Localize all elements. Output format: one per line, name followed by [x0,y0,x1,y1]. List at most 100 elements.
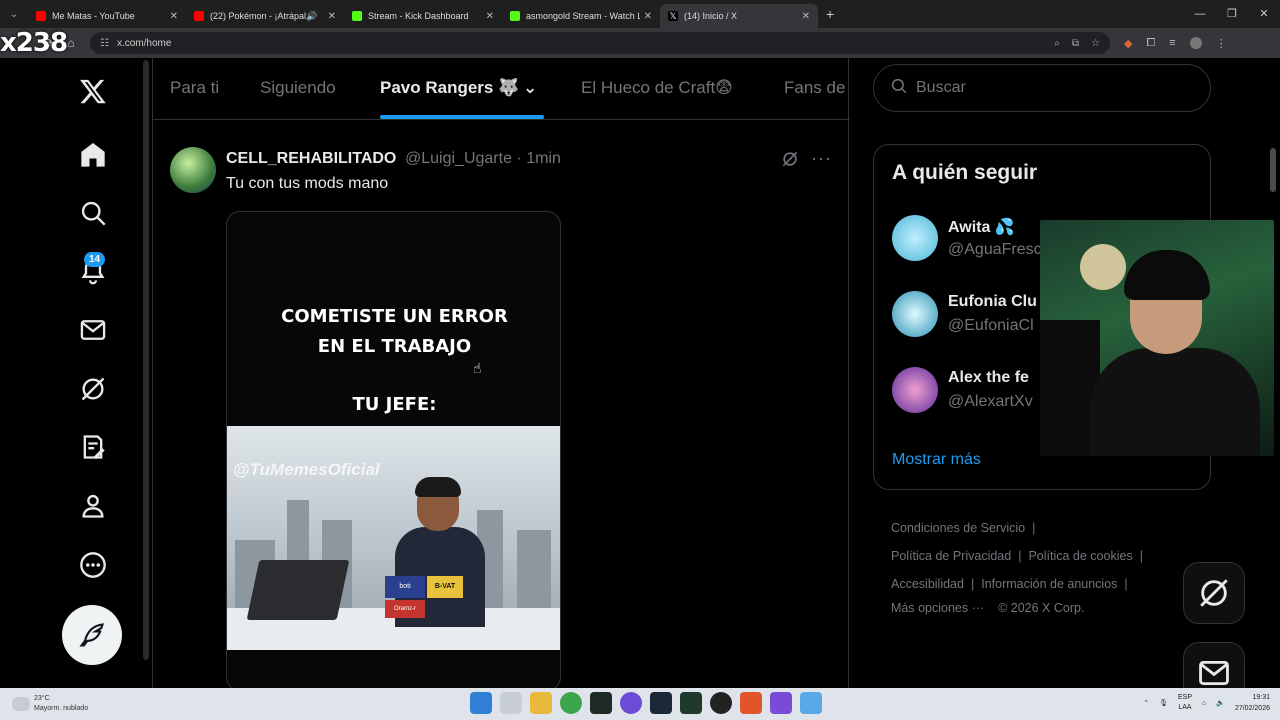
tab-siguiendo[interactable]: Siguiendo [260,78,336,98]
chevron-up-icon[interactable]: ⌃ [1143,699,1149,707]
address-bar[interactable]: ☷ x.com/home ⌕ ⧉ ☆ [90,32,1110,54]
site-info-icon[interactable]: ☷ [100,38,109,49]
zoom-icon[interactable]: ⌕ [1054,38,1060,49]
obs-icon[interactable] [710,692,732,714]
window-controls: — ❐ ✕ [1184,0,1280,28]
avatar[interactable] [892,367,938,413]
tab-fans-de[interactable]: Fans de [784,78,845,98]
brave-icon[interactable] [740,692,762,714]
search-icon[interactable] [500,692,522,714]
tab-el-hueco-de-craft[interactable]: El Hueco de Craft😨 [581,78,733,98]
extensions-puzzle-icon[interactable]: ⧠ [1146,37,1155,50]
tweet-media-video[interactable]: COMETISTE UN ERROR EN EL TRABAJO TU JEFE… [226,211,561,691]
extension-icon[interactable]: ◆ [1124,37,1132,50]
browser-tab-1[interactable]: Me Matas - YouTube ✕ [28,4,186,28]
close-tab-icon[interactable]: ✕ [170,11,178,22]
page-scrollbar[interactable] [1270,148,1276,192]
new-tab-button[interactable]: + [826,6,834,22]
language-indicator[interactable]: ESP LAA [1178,693,1192,713]
terms-link[interactable]: Condiciones de Servicio [891,521,1025,535]
tab-para-ti[interactable]: Para ti [170,78,219,98]
language-code: ESP [1177,694,1192,701]
steam-icon[interactable] [650,692,672,714]
media-caption-boss: TU JEFE: [352,394,437,415]
more-options-link[interactable]: Más opciones ··· [891,601,984,615]
file-explorer-icon[interactable] [530,692,552,714]
grok-floating-button[interactable] [1183,562,1245,624]
speaker-icon[interactable]: 🔊 [306,11,317,22]
desk-sign: boti [385,576,425,598]
clock[interactable]: 19:31 27/02/2026 [1235,692,1270,714]
bookmark-star-icon[interactable]: ☆ [1091,38,1100,49]
cookies-link[interactable]: Política de cookies [1028,549,1132,563]
maximize-button[interactable]: ❐ [1216,0,1248,28]
home-icon[interactable] [76,138,110,172]
grok-icon[interactable] [780,149,800,174]
app-icon[interactable] [680,692,702,714]
minimize-button[interactable]: — [1184,0,1216,28]
volume-icon[interactable]: 🔈 [1216,699,1225,707]
chrome-icon[interactable] [560,692,582,714]
tab-pavo-rangers[interactable]: Pavo Rangers 🐺 [380,78,519,98]
browser-tab-bar: ⌄ Me Matas - YouTube ✕ (22) Pokémon - ¡A… [0,0,1280,28]
install-app-icon[interactable]: ⧉ [1072,38,1079,49]
close-tab-icon[interactable]: ✕ [328,11,336,22]
tab-title: (22) Pokémon - ¡Atrápalos [210,11,307,21]
media-caption-line: COMETISTE UN ERROR [281,306,508,327]
keyboard-layout: LAA [1178,704,1192,711]
network-icon[interactable]: ⌂ [1202,700,1206,707]
search-input[interactable]: Buscar [873,64,1211,112]
taskbar-apps [470,692,822,714]
paint-icon[interactable] [800,692,822,714]
microphone-icon[interactable]: 🎙 [1159,699,1168,707]
explore-search-icon[interactable] [76,196,110,230]
app-grid-icon[interactable] [770,692,792,714]
avatar[interactable] [892,291,938,337]
media-control-icon[interactable]: ≡ [1169,37,1175,49]
close-tab-icon[interactable]: ✕ [486,11,494,22]
close-tab-icon[interactable]: ✕ [644,11,652,22]
close-window-button[interactable]: ✕ [1248,0,1280,28]
more-options-icon[interactable] [76,548,110,582]
chevron-down-icon[interactable]: ⌄ [523,78,537,98]
profile-avatar[interactable] [1189,37,1202,49]
account-name[interactable]: Awita 💦 [948,217,1015,237]
privacy-link[interactable]: Política de Privacidad [891,549,1011,563]
tweet-author-name[interactable]: CELL_REHABILITADO [226,150,396,168]
x-page: 14 Para ti Siguiendo Pavo Rangers 🐺 ⌄ El… [0,58,1280,704]
browser-tab-2[interactable]: (22) Pokémon - ¡Atrápalos 🔊 ✕ [186,4,344,28]
profile-icon[interactable] [76,489,110,523]
compose-post-button[interactable] [62,605,122,665]
browser-tab-3[interactable]: Stream - Kick Dashboard ✕ [344,4,502,28]
kick-icon [510,11,520,21]
account-name[interactable]: Eufonia Clu [948,293,1037,311]
close-tab-icon[interactable]: ✕ [802,11,810,22]
terminal-icon[interactable] [590,692,612,714]
weather-widget[interactable]: 23°C Mayorm. nublado [12,694,88,714]
account-name[interactable]: Alex the fe [948,369,1029,387]
lists-icon[interactable] [76,430,110,464]
avatar[interactable] [892,215,938,261]
ads-info-link[interactable]: Información de anuncios [981,577,1117,591]
media-caption: COMETISTE UN ERROR EN EL TRABAJO [227,302,560,362]
date: 27/02/2026 [1234,705,1270,712]
left-scrollbar[interactable] [143,60,149,660]
mouse-cursor-icon: ☝ [473,360,482,376]
avatar[interactable] [170,147,216,193]
webcam-overlay [1040,220,1274,456]
accessibility-link[interactable]: Accesibilidad [891,577,964,591]
tweet-author-handle[interactable]: @Luigi_Ugarte · 1min [405,150,561,168]
browser-menu-icon[interactable]: ⋮ [1216,37,1227,50]
feather-quill-icon [79,623,105,647]
grok-icon[interactable] [76,372,110,406]
tab-search-button[interactable]: ⌄ [0,0,28,28]
browser-tab-5[interactable]: 𝕏 (14) Inicio / X ✕ [660,4,818,28]
show-more-link[interactable]: Mostrar más [892,451,981,469]
browser-tab-4[interactable]: asmongold Stream - Watch Liv ✕ [502,4,660,28]
x-logo-icon[interactable] [76,74,110,108]
start-icon[interactable] [470,692,492,714]
discord-icon[interactable] [620,692,642,714]
windows-taskbar: 23°C Mayorm. nublado ⌃ 🎙 ESP LAA ⌂ 🔈 19:… [0,688,1280,720]
tweet-more-options-icon[interactable]: ··· [811,148,832,169]
messages-envelope-icon[interactable] [76,313,110,347]
